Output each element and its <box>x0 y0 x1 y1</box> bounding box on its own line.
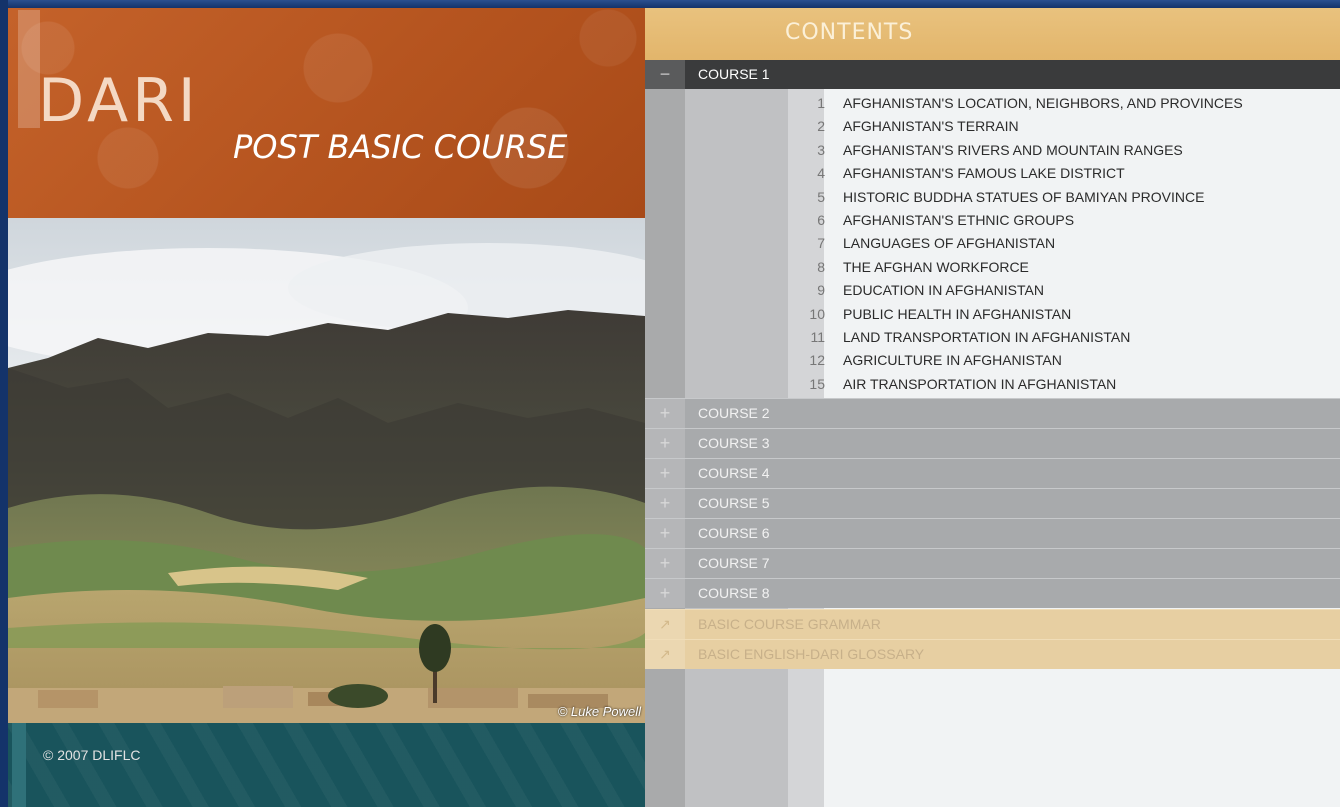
expand-icon[interactable]: + <box>645 429 685 458</box>
lesson-link[interactable]: AGRICULTURE IN AFGHANISTAN <box>843 349 1062 372</box>
course-3-row[interactable]: + COURSE 3 <box>645 428 1340 458</box>
course-label[interactable]: COURSE 6 <box>698 519 770 548</box>
lesson-link[interactable]: AIR TRANSPORTATION IN AFGHANISTAN <box>843 373 1116 396</box>
brand-accent-bar <box>18 10 40 128</box>
course-7-row[interactable]: + COURSE 7 <box>645 548 1340 578</box>
expand-icon[interactable]: + <box>645 399 685 428</box>
lesson-link[interactable]: AFGHANISTAN'S FAMOUS LAKE DISTRICT <box>843 162 1125 185</box>
lesson-number: 6 <box>817 212 825 228</box>
course-label[interactable]: COURSE 5 <box>698 489 770 518</box>
lesson-link[interactable]: HISTORIC BUDDHA STATUES OF BAMIYAN PROVI… <box>843 186 1204 209</box>
photo-credit: © Luke Powell <box>557 704 641 719</box>
course-label[interactable]: COURSE 8 <box>698 579 770 608</box>
lesson-item[interactable]: 2 AFGHANISTAN'S TERRAIN <box>645 115 1340 138</box>
brand-header: DARI POST BASIC COURSE <box>8 8 645 218</box>
external-link-icon[interactable]: ↗ <box>645 640 685 669</box>
lesson-item[interactable]: 1 AFGHANISTAN'S LOCATION, NEIGHBORS, AND … <box>645 92 1340 115</box>
lesson-number: 5 <box>817 188 825 205</box>
lesson-number: 8 <box>817 258 825 275</box>
brand-title: DARI <box>38 66 200 136</box>
lesson-number: 9 <box>817 282 825 299</box>
lesson-number: 10 <box>809 305 825 322</box>
resource-label[interactable]: BASIC ENGLISH-DARI GLOSSARY <box>698 640 924 669</box>
lesson-link[interactable]: AFGHANISTAN'S ETHNIC GROUPS <box>843 209 1074 232</box>
lesson-item[interactable]: 10 PUBLIC HEALTH IN AFGHANISTAN <box>645 303 1340 326</box>
lesson-number: 12 <box>809 352 825 369</box>
expand-icon[interactable]: + <box>645 459 685 488</box>
lesson-link[interactable]: AFGHANISTAN'S LOCATION, NEIGHBORS, AND P… <box>843 92 1243 115</box>
footer-accent-bar <box>12 723 26 807</box>
lesson-number: 11 <box>810 329 825 345</box>
lesson-item[interactable]: 15 AIR TRANSPORTATION IN AFGHANISTAN <box>645 373 1340 396</box>
lesson-item[interactable]: 12 AGRICULTURE IN AFGHANISTAN <box>645 349 1340 372</box>
copyright-text: © 2007 DLIFLC <box>43 747 141 763</box>
collapse-icon[interactable]: − <box>645 60 685 89</box>
course-6-row[interactable]: + COURSE 6 <box>645 518 1340 548</box>
course-2-row[interactable]: + COURSE 2 <box>645 398 1340 428</box>
lesson-link[interactable]: LAND TRANSPORTATION IN AFGHANISTAN <box>843 326 1130 349</box>
cover-footer: © 2007 DLIFLC <box>8 723 645 807</box>
glossary-link-row[interactable]: ↗ BASIC ENGLISH-DARI GLOSSARY <box>645 639 1340 669</box>
lesson-number: 7 <box>817 235 825 252</box>
lesson-item[interactable]: 3 AFGHANISTAN'S RIVERS AND MOUNTAIN RANGE… <box>645 139 1340 162</box>
expand-icon[interactable]: + <box>645 489 685 518</box>
course-1-row[interactable]: − COURSE 1 <box>645 60 1340 89</box>
grammar-link-row[interactable]: ↗ BASIC COURSE GRAMMAR <box>645 609 1340 639</box>
contents-header: CONTENTS <box>645 8 1340 60</box>
window-frame-left <box>0 0 8 807</box>
brand-subtitle: POST BASIC COURSE <box>233 128 568 166</box>
lesson-item[interactable]: 9 EDUCATION IN AFGHANISTAN <box>645 279 1340 302</box>
contents-panel: CONTENTS − COURSE 1 1 AFGHANISTAN'S LOCAT… <box>645 8 1340 807</box>
external-link-icon[interactable]: ↗ <box>645 610 685 639</box>
lesson-number: 1 <box>817 95 825 111</box>
expand-icon[interactable]: + <box>645 579 685 608</box>
course-label[interactable]: COURSE 3 <box>698 429 770 458</box>
expand-icon[interactable]: + <box>645 519 685 548</box>
lesson-item[interactable]: 7 LANGUAGES OF AFGHANISTAN <box>645 232 1340 255</box>
lesson-item[interactable]: 11 LAND TRANSPORTATION IN AFGHANISTAN <box>645 326 1340 349</box>
lesson-link[interactable]: AFGHANISTAN'S TERRAIN <box>843 115 1019 138</box>
course-label[interactable]: COURSE 4 <box>698 459 770 488</box>
lesson-link[interactable]: LANGUAGES OF AFGHANISTAN <box>843 232 1055 255</box>
contents-title: CONTENTS <box>785 20 914 45</box>
lesson-number: 15 <box>809 375 825 392</box>
course-label[interactable]: COURSE 7 <box>698 549 770 578</box>
lesson-number: 2 <box>817 118 825 135</box>
course-label[interactable]: COURSE 1 <box>698 60 770 89</box>
lesson-number: 3 <box>817 141 825 158</box>
window-frame-top <box>0 0 1340 8</box>
lesson-item[interactable]: 4 AFGHANISTAN'S FAMOUS LAKE DISTRICT <box>645 162 1340 185</box>
lesson-link[interactable]: AFGHANISTAN'S RIVERS AND MOUNTAIN RANGES <box>843 139 1183 162</box>
cover-panel: DARI POST BASIC COURSE © Luke Powell © 2… <box>8 8 645 807</box>
lesson-item[interactable]: 8 THE AFGHAN WORKFORCE <box>645 256 1340 279</box>
lesson-number: 4 <box>817 165 825 182</box>
landscape-photo: © Luke Powell <box>8 218 645 723</box>
lesson-item[interactable]: 5 HISTORIC BUDDHA STATUES OF BAMIYAN PROV… <box>645 186 1340 209</box>
course-label[interactable]: COURSE 2 <box>698 399 770 428</box>
course-8-row[interactable]: + COURSE 8 <box>645 578 1340 608</box>
resource-label[interactable]: BASIC COURSE GRAMMAR <box>698 610 881 639</box>
lesson-link[interactable]: THE AFGHAN WORKFORCE <box>843 256 1029 279</box>
lesson-link[interactable]: PUBLIC HEALTH IN AFGHANISTAN <box>843 303 1071 326</box>
course-5-row[interactable]: + COURSE 5 <box>645 488 1340 518</box>
lesson-item[interactable]: 6 AFGHANISTAN'S ETHNIC GROUPS <box>645 209 1340 232</box>
expand-icon[interactable]: + <box>645 549 685 578</box>
course-4-row[interactable]: + COURSE 4 <box>645 458 1340 488</box>
lesson-link[interactable]: EDUCATION IN AFGHANISTAN <box>843 279 1044 302</box>
